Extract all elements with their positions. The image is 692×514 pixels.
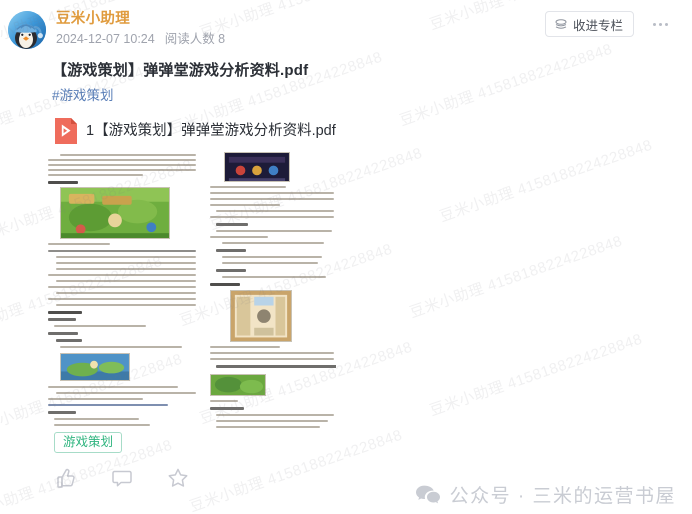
- watermark: 豆米小助理 4158188224228848: [437, 136, 655, 226]
- more-dot: [652, 22, 656, 26]
- more-options-button[interactable]: [646, 17, 674, 31]
- attachment-name: 1【游戏策划】弹弹堂游戏分析资料.pdf: [86, 123, 336, 139]
- author-name[interactable]: 豆米小助理: [56, 10, 130, 28]
- post-date: 2024-12-07 10:24: [56, 32, 155, 46]
- speech-bubble-icon: [112, 470, 132, 487]
- document-preview-page[interactable]: [208, 150, 336, 428]
- like-button[interactable]: [54, 466, 78, 490]
- preview-screenshot: [224, 152, 290, 182]
- footer-brand: 公众号 · 三米的运营书屋: [415, 481, 676, 508]
- watermark: 豆米小助理 4158188224228848: [427, 330, 645, 420]
- watermark: 豆米小助理 4158188224228848: [187, 426, 405, 514]
- thumbs-up-icon: [57, 468, 75, 488]
- comment-button[interactable]: [110, 466, 134, 490]
- page-title: 【游戏策划】弹弹堂游戏分析资料.pdf: [52, 62, 309, 79]
- more-dot: [658, 22, 662, 26]
- footer-brand-text: 公众号 · 三米的运营书屋: [449, 486, 676, 507]
- document-preview-page[interactable]: [46, 150, 198, 428]
- preview-screenshot: [210, 374, 266, 396]
- avatar[interactable]: [8, 11, 46, 49]
- more-dot: [664, 22, 668, 26]
- collect-to-column-button[interactable]: 收进专栏: [544, 11, 634, 37]
- preview-screenshot: [230, 290, 292, 342]
- penguin-avatar-icon: [8, 11, 46, 49]
- wechat-icon: [415, 484, 441, 506]
- category-tag[interactable]: 游戏策划: [54, 432, 123, 453]
- document-preview-list: [46, 150, 336, 428]
- collect-to-column-label: 收进专栏: [572, 18, 623, 33]
- article-header: 豆米小助理 2024-12-07 10:24 阅读人数 8 收进专栏: [0, 0, 692, 57]
- pdf-file-icon: [54, 117, 78, 145]
- star-icon: [168, 468, 188, 487]
- post-meta: 2024-12-07 10:24 阅读人数 8: [56, 31, 225, 47]
- attachment-row[interactable]: 1【游戏策划】弹弹堂游戏分析资料.pdf: [54, 117, 336, 145]
- article-page: 豆米小助理 2024-12-07 10:24 阅读人数 8 收进专栏 【游戏策划】…: [0, 0, 692, 514]
- watermark: 豆米小助理 4158188224228848: [407, 232, 625, 322]
- read-count: 阅读人数 8: [164, 32, 226, 46]
- hashtag-link[interactable]: #游戏策划: [52, 86, 114, 106]
- collection-stack-icon: [554, 17, 568, 31]
- action-bar: [54, 466, 190, 490]
- preview-screenshot: [60, 187, 170, 239]
- preview-screenshot: [60, 353, 130, 381]
- favorite-button[interactable]: [166, 466, 190, 490]
